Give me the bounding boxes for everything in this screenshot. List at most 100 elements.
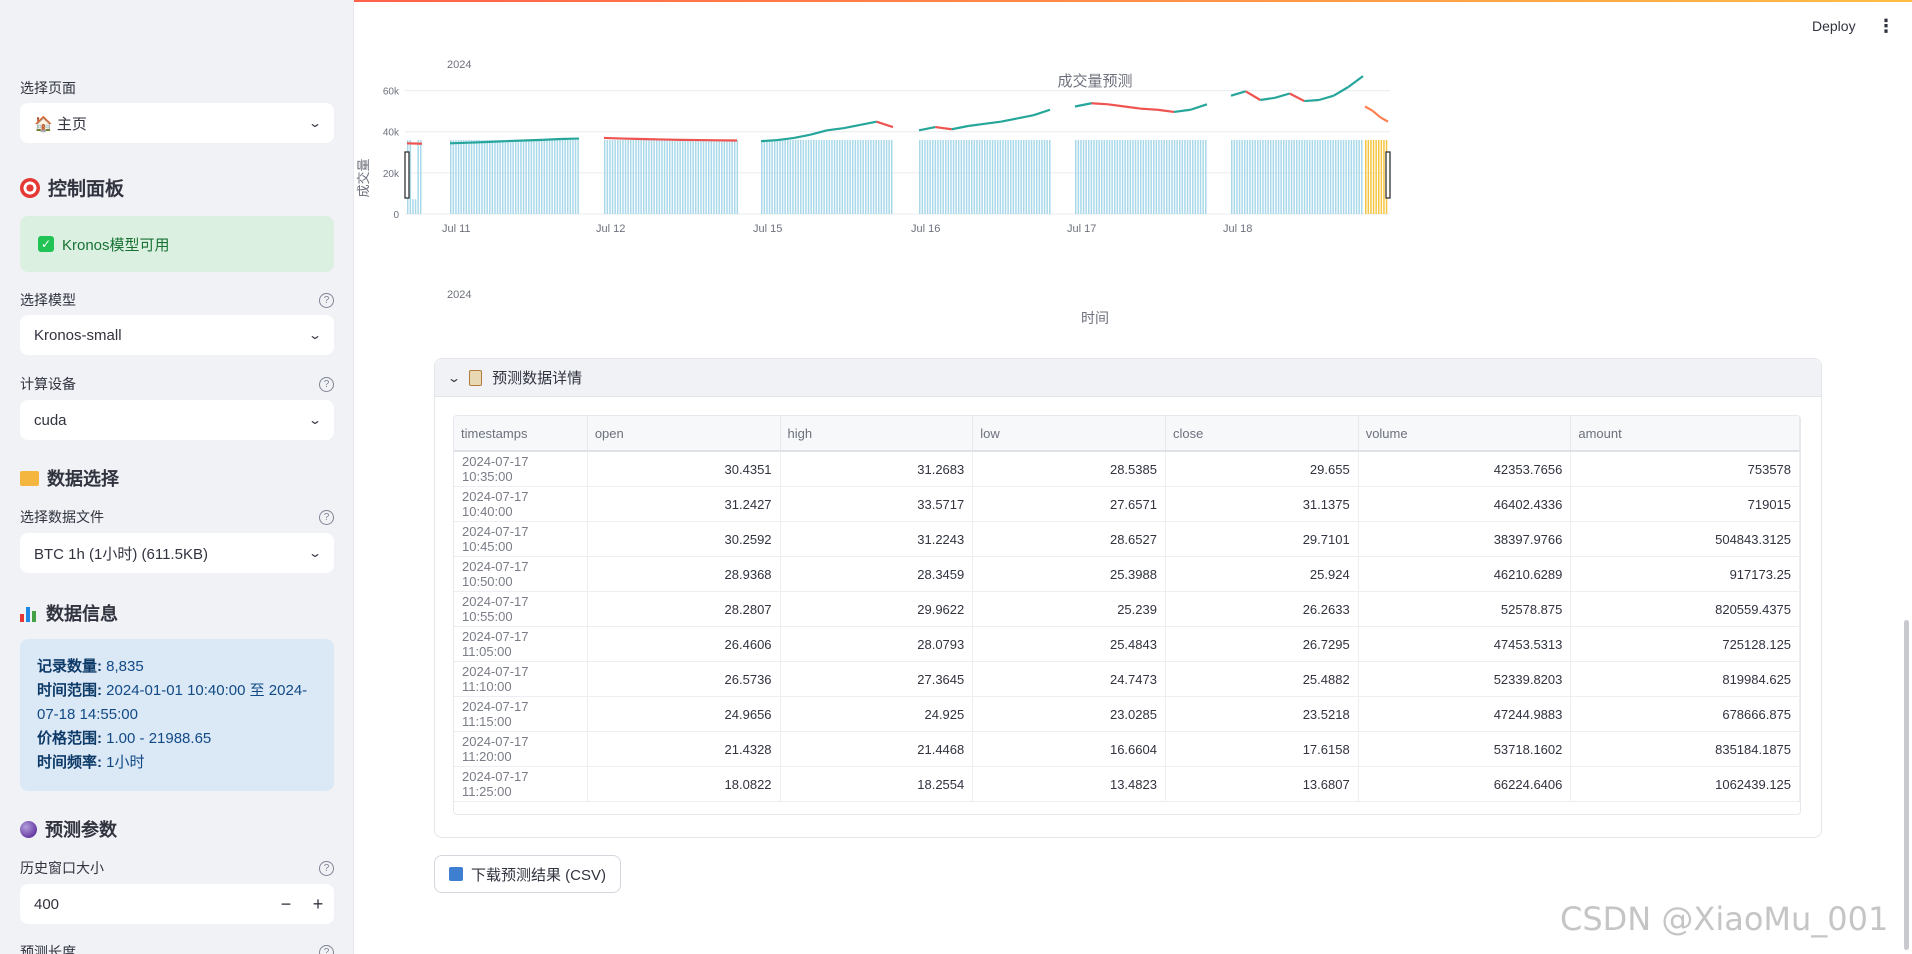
table-cell-open[interactable]: 30.2592 bbox=[588, 522, 781, 556]
help-icon[interactable]: ? bbox=[319, 860, 334, 876]
help-icon[interactable]: ? bbox=[319, 509, 334, 525]
table-cell-high[interactable]: 31.2243 bbox=[781, 522, 974, 556]
table-cell-low[interactable]: 13.4823 bbox=[973, 767, 1166, 801]
data-file-select[interactable]: BTC 1h (1小时) (611.5KB) ⌄ bbox=[20, 533, 334, 573]
table-cell-volume[interactable]: 52578.875 bbox=[1359, 592, 1572, 626]
table-cell-timestamps[interactable]: 2024-07-17 11:15:00 bbox=[454, 697, 588, 731]
history-window-input[interactable]: 400 − + bbox=[20, 884, 334, 924]
table-cell-close[interactable]: 25.4882 bbox=[1166, 662, 1359, 696]
column-header-open[interactable]: open bbox=[588, 416, 781, 450]
help-icon[interactable]: ? bbox=[319, 944, 334, 954]
table-cell-timestamps[interactable]: 2024-07-17 11:25:00 bbox=[454, 767, 588, 801]
table-cell-timestamps[interactable]: 2024-07-17 10:55:00 bbox=[454, 592, 588, 626]
table-row[interactable]: 2024-07-17 11:15:00 24.9656 24.925 23.0285 2… bbox=[454, 697, 1800, 732]
table-cell-high[interactable]: 28.3459 bbox=[781, 557, 974, 591]
prediction-data-grid[interactable]: timestamps open high low close volume amount 2… bbox=[453, 415, 1801, 815]
table-cell-timestamps[interactable]: 2024-07-17 10:45:00 bbox=[454, 522, 588, 556]
table-cell-high[interactable]: 33.5717 bbox=[781, 487, 974, 521]
table-cell-amount[interactable]: 725128.125 bbox=[1571, 627, 1800, 661]
table-cell-open[interactable]: 28.9368 bbox=[588, 557, 781, 591]
table-cell-open[interactable]: 30.4351 bbox=[588, 452, 781, 486]
column-header-high[interactable]: high bbox=[781, 416, 974, 450]
table-cell-amount[interactable]: 719015 bbox=[1571, 487, 1800, 521]
table-cell-open[interactable]: 18.0822 bbox=[588, 767, 781, 801]
table-cell-amount[interactable]: 819984.625 bbox=[1571, 662, 1800, 696]
table-cell-amount[interactable]: 504843.3125 bbox=[1571, 522, 1800, 556]
column-header-close[interactable]: close bbox=[1166, 416, 1359, 450]
table-cell-open[interactable]: 31.2427 bbox=[588, 487, 781, 521]
table-cell-open[interactable]: 24.9656 bbox=[588, 697, 781, 731]
column-header-volume[interactable]: volume bbox=[1359, 416, 1572, 450]
table-cell-volume[interactable]: 46210.6289 bbox=[1359, 557, 1572, 591]
table-cell-volume[interactable]: 66224.6406 bbox=[1359, 767, 1572, 801]
table-cell-close[interactable]: 17.6158 bbox=[1166, 732, 1359, 766]
table-cell-timestamps[interactable]: 2024-07-17 11:10:00 bbox=[454, 662, 588, 696]
table-cell-volume[interactable]: 52339.8203 bbox=[1359, 662, 1572, 696]
range-handle-right[interactable] bbox=[1385, 151, 1391, 199]
table-cell-close[interactable]: 26.2633 bbox=[1166, 592, 1359, 626]
volume-chart-svg[interactable]: 2024 成交量预测 成交量 时间 2024 0 20k 40k 60k Jul 11… bbox=[355, 40, 1912, 340]
table-cell-close[interactable]: 13.6807 bbox=[1166, 767, 1359, 801]
table-cell-amount[interactable]: 835184.1875 bbox=[1571, 732, 1800, 766]
deploy-button[interactable]: Deploy bbox=[1812, 18, 1856, 34]
column-header-amount[interactable]: amount bbox=[1571, 416, 1800, 450]
table-row[interactable]: 2024-07-17 10:45:00 30.2592 31.2243 28.6527… bbox=[454, 522, 1800, 557]
column-header-timestamps[interactable]: timestamps bbox=[454, 416, 588, 450]
model-select[interactable]: Kronos-small ⌄ bbox=[20, 315, 334, 355]
table-cell-close[interactable]: 29.7101 bbox=[1166, 522, 1359, 556]
table-cell-high[interactable]: 24.925 bbox=[781, 697, 974, 731]
table-row[interactable]: 2024-07-17 11:20:00 21.4328 21.4468 16.6604… bbox=[454, 732, 1800, 767]
help-icon[interactable]: ? bbox=[319, 292, 334, 308]
table-cell-high[interactable]: 28.0793 bbox=[781, 627, 974, 661]
table-cell-open[interactable]: 28.2807 bbox=[588, 592, 781, 626]
page-scrollbar[interactable] bbox=[1904, 620, 1909, 950]
table-cell-timestamps[interactable]: 2024-07-17 10:40:00 bbox=[454, 487, 588, 521]
table-cell-low[interactable]: 28.6527 bbox=[973, 522, 1166, 556]
table-row[interactable]: 2024-07-17 10:55:00 28.2807 29.9622 25.239 2… bbox=[454, 592, 1800, 627]
table-cell-timestamps[interactable]: 2024-07-17 10:50:00 bbox=[454, 557, 588, 591]
table-cell-volume[interactable]: 42353.7656 bbox=[1359, 452, 1572, 486]
table-cell-high[interactable]: 27.3645 bbox=[781, 662, 974, 696]
download-csv-button[interactable]: 下载预测结果 (CSV) bbox=[434, 855, 622, 893]
table-cell-amount[interactable]: 678666.875 bbox=[1571, 697, 1800, 731]
volume-chart[interactable]: 2024 成交量预测 成交量 时间 2024 0 20k 40k 60k Jul 11… bbox=[355, 40, 1912, 340]
table-cell-volume[interactable]: 47453.5313 bbox=[1359, 627, 1572, 661]
table-cell-close[interactable]: 29.655 bbox=[1166, 452, 1359, 486]
table-cell-timestamps[interactable]: 2024-07-17 10:35:00 bbox=[454, 452, 588, 486]
device-select[interactable]: cuda ⌄ bbox=[20, 400, 334, 440]
table-row[interactable]: 2024-07-17 11:10:00 26.5736 27.3645 24.7473… bbox=[454, 662, 1800, 697]
decrement-button[interactable]: − bbox=[270, 894, 302, 915]
table-cell-close[interactable]: 31.1375 bbox=[1166, 487, 1359, 521]
table-cell-low[interactable]: 23.0285 bbox=[973, 697, 1166, 731]
help-icon[interactable]: ? bbox=[319, 376, 334, 392]
table-cell-low[interactable]: 27.6571 bbox=[973, 487, 1166, 521]
table-cell-close[interactable]: 25.924 bbox=[1166, 557, 1359, 591]
table-cell-close[interactable]: 23.5218 bbox=[1166, 697, 1359, 731]
table-cell-high[interactable]: 29.9622 bbox=[781, 592, 974, 626]
table-cell-amount[interactable]: 917173.25 bbox=[1571, 557, 1800, 591]
table-row[interactable]: 2024-07-17 10:50:00 28.9368 28.3459 25.3988… bbox=[454, 557, 1800, 592]
table-cell-volume[interactable]: 46402.4336 bbox=[1359, 487, 1572, 521]
table-cell-high[interactable]: 31.2683 bbox=[781, 452, 974, 486]
table-cell-open[interactable]: 26.4606 bbox=[588, 627, 781, 661]
table-cell-low[interactable]: 25.239 bbox=[973, 592, 1166, 626]
table-row[interactable]: 2024-07-17 11:05:00 26.4606 28.0793 25.4843… bbox=[454, 627, 1800, 662]
table-cell-low[interactable]: 24.7473 bbox=[973, 662, 1166, 696]
table-cell-amount[interactable]: 753578 bbox=[1571, 452, 1800, 486]
table-cell-open[interactable]: 26.5736 bbox=[588, 662, 781, 696]
column-header-low[interactable]: low bbox=[973, 416, 1166, 450]
table-cell-close[interactable]: 26.7295 bbox=[1166, 627, 1359, 661]
increment-button[interactable]: + bbox=[302, 894, 334, 915]
expander-header[interactable]: ⌄ 预测数据详情 bbox=[435, 359, 1821, 397]
table-cell-low[interactable]: 16.6604 bbox=[973, 732, 1166, 766]
table-cell-timestamps[interactable]: 2024-07-17 11:05:00 bbox=[454, 627, 588, 661]
table-row[interactable]: 2024-07-17 10:35:00 30.4351 31.2683 28.5385… bbox=[454, 452, 1800, 487]
table-cell-low[interactable]: 25.3988 bbox=[973, 557, 1166, 591]
table-cell-low[interactable]: 25.4843 bbox=[973, 627, 1166, 661]
main-menu-icon[interactable]: ⋮ bbox=[1877, 16, 1895, 37]
table-cell-high[interactable]: 21.4468 bbox=[781, 732, 974, 766]
table-cell-amount[interactable]: 1062439.125 bbox=[1571, 767, 1800, 801]
range-handle-left[interactable] bbox=[404, 151, 410, 199]
table-row[interactable]: 2024-07-17 10:40:00 31.2427 33.5717 27.6571… bbox=[454, 487, 1800, 522]
table-cell-volume[interactable]: 53718.1602 bbox=[1359, 732, 1572, 766]
